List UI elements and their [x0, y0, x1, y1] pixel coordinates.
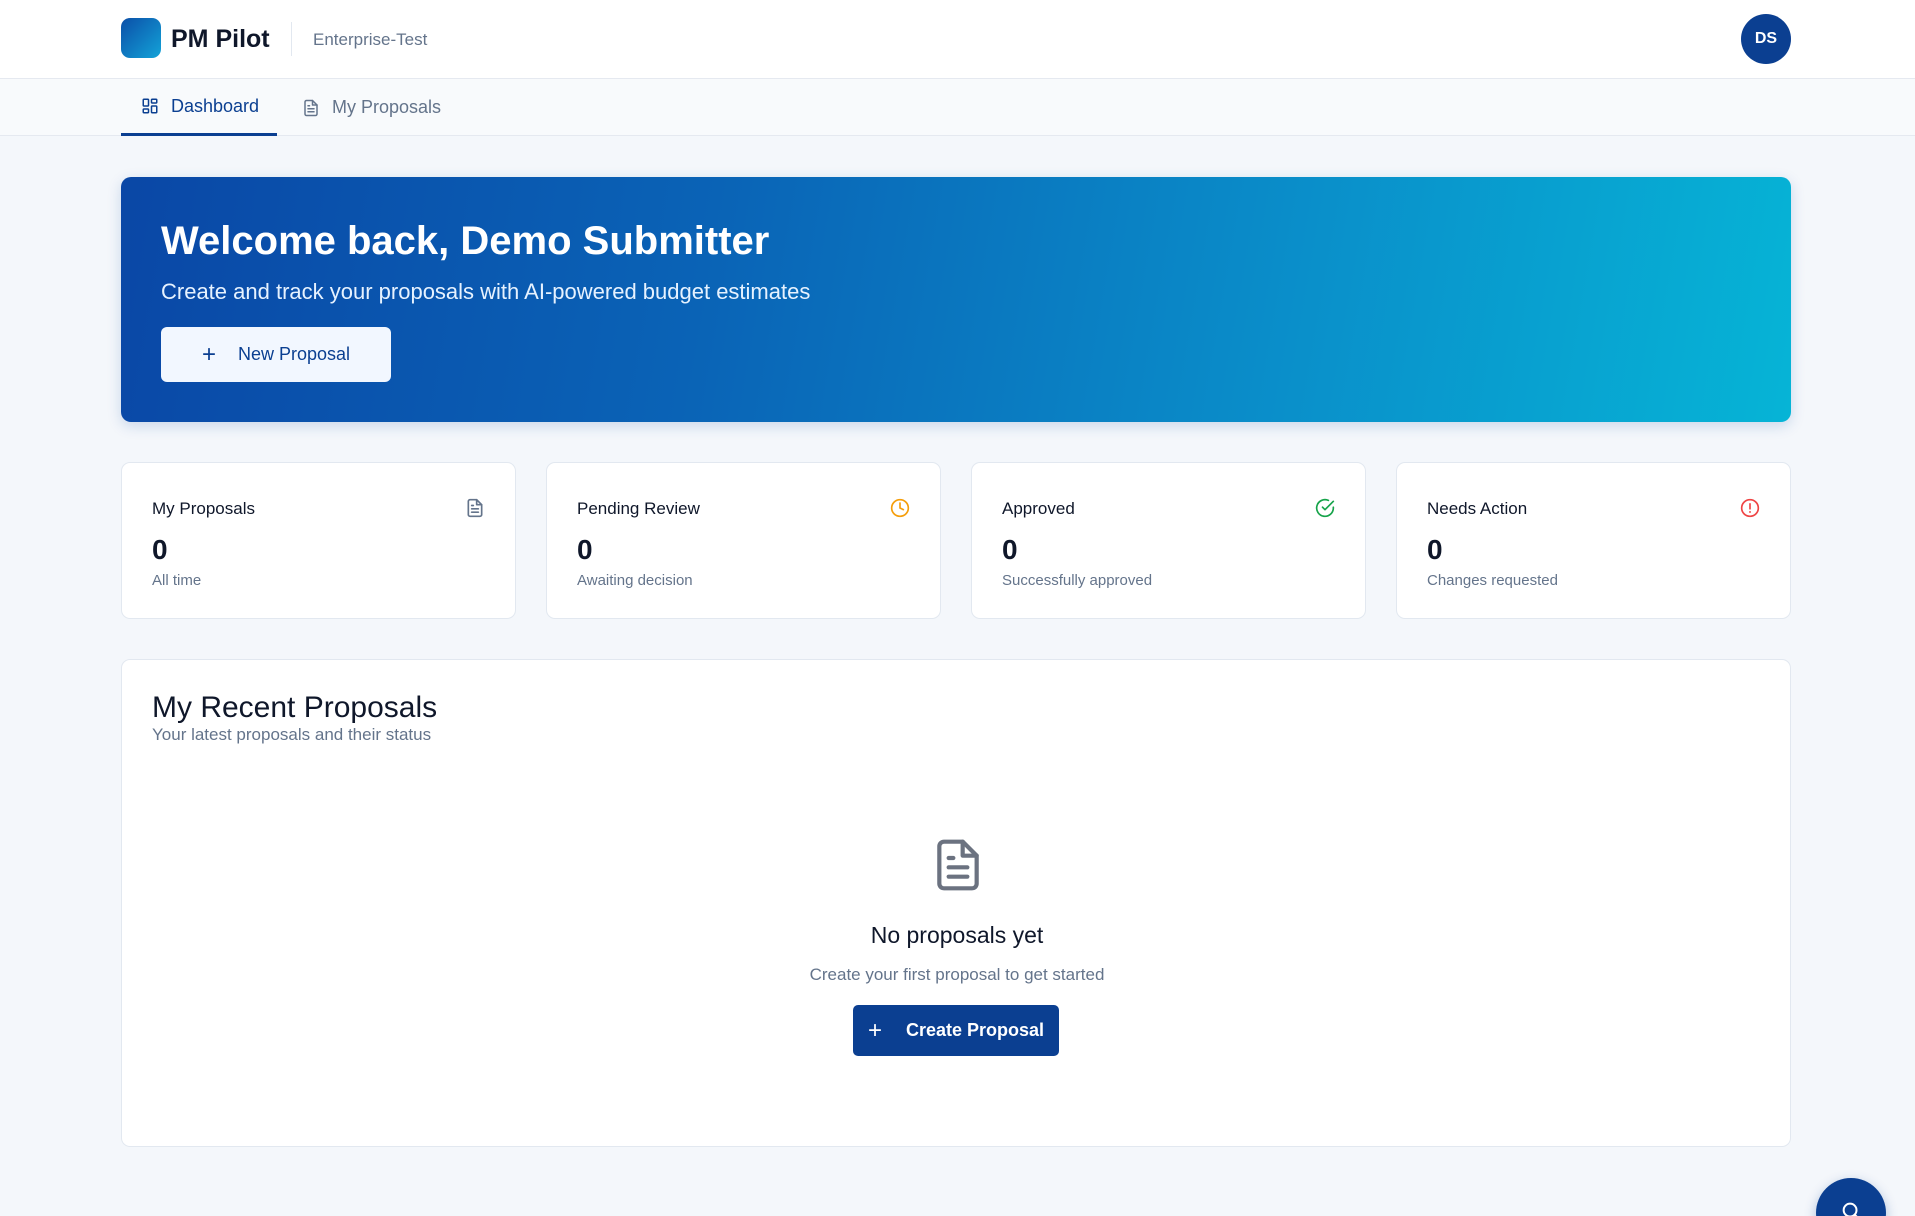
tab-dashboard-label: Dashboard — [171, 95, 260, 116]
stat-description: Successfully approved — [1002, 572, 1153, 589]
workspace-name: Enterprise-Test — [313, 30, 428, 49]
new-proposal-button[interactable]: + New Proposal — [161, 327, 391, 382]
stat-value: 0 — [152, 534, 168, 565]
recent-proposals-subtitle: Your latest proposals and their status — [152, 725, 432, 744]
assistant-fab-button[interactable] — [1816, 1178, 1886, 1216]
search-icon — [1842, 1202, 1858, 1216]
create-proposal-label: Create Proposal — [905, 1020, 1045, 1040]
stat-card-my-proposals: My Proposals 0 All time — [121, 462, 516, 619]
stat-card-pending-review: Pending Review 0 Awaiting decision — [546, 462, 941, 619]
plus-icon: + — [201, 340, 216, 368]
new-proposal-label: New Proposal — [237, 344, 351, 364]
document-icon — [304, 99, 318, 116]
top-header: PM Pilot Enterprise-Test DS — [0, 0, 1915, 79]
stat-label: Needs Action — [1427, 499, 1528, 518]
stat-label: My Proposals — [152, 499, 255, 518]
app-title[interactable]: PM Pilot — [171, 22, 270, 56]
tab-dashboard[interactable]: Dashboard — [121, 79, 277, 136]
welcome-subtitle: Create and track your proposals with AI-… — [161, 279, 811, 304]
stat-value: 0 — [1002, 534, 1018, 565]
dashboard-grid-icon — [142, 98, 158, 114]
tab-bar: Dashboard My Proposals — [0, 79, 1915, 136]
recent-proposals-panel: My Recent Proposals Your latest proposal… — [121, 659, 1791, 1147]
empty-document-icon — [937, 839, 979, 891]
header-divider — [291, 22, 292, 56]
tab-my-proposals-label: My Proposals — [332, 97, 442, 117]
welcome-banner: Welcome back, Demo Submitter Create and … — [121, 177, 1791, 422]
plus-icon: + — [867, 1016, 882, 1044]
stat-card-approved: Approved 0 Successfully approved — [971, 462, 1366, 619]
stat-label: Approved — [1002, 499, 1075, 518]
check-circle-icon — [1315, 498, 1335, 518]
app-logo[interactable] — [121, 18, 161, 58]
alert-circle-icon — [1740, 498, 1760, 518]
stat-description: Changes requested — [1427, 572, 1558, 589]
recent-proposals-title: My Recent Proposals — [152, 691, 438, 724]
stat-description: All time — [152, 572, 202, 589]
document-icon — [467, 498, 483, 518]
stat-card-needs-action: Needs Action 0 Changes requested — [1396, 462, 1791, 619]
stat-value: 0 — [577, 534, 593, 565]
empty-state-title: No proposals yet — [870, 922, 1044, 948]
stat-description: Awaiting decision — [577, 572, 693, 589]
stat-label: Pending Review — [577, 499, 700, 518]
tab-my-proposals[interactable]: My Proposals — [302, 79, 441, 136]
user-avatar[interactable]: DS — [1741, 14, 1791, 64]
clock-icon — [890, 498, 910, 518]
stat-value: 0 — [1427, 534, 1443, 565]
empty-state-subtitle: Create your first proposal to get starte… — [809, 965, 1105, 984]
welcome-title: Welcome back, Demo Submitter — [161, 219, 770, 263]
create-proposal-button[interactable]: + Create Proposal — [853, 1005, 1059, 1056]
